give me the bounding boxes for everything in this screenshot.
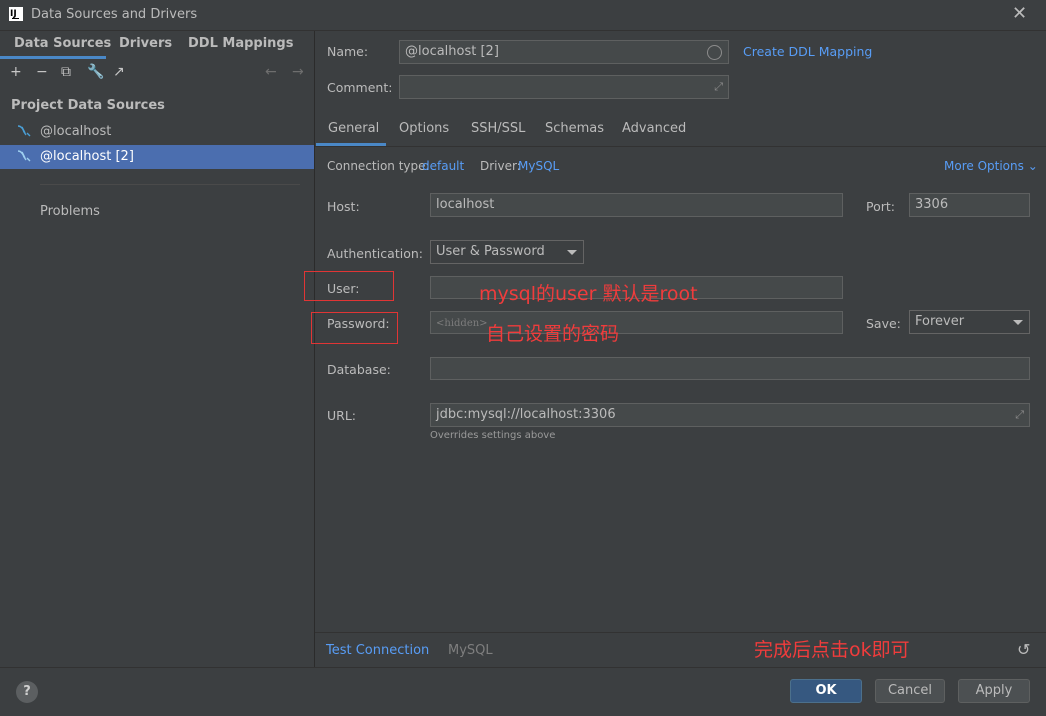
name-label: Name:: [327, 44, 369, 59]
connection-type-label: Connection type:: [327, 159, 430, 173]
driver-name-text: MySQL: [448, 643, 493, 658]
url-value: jdbc:mysql://localhost:3306: [436, 407, 616, 422]
copy-icon[interactable]: ⧉: [61, 64, 71, 80]
expand-icon[interactable]: ⤢: [714, 80, 723, 94]
intellij-app-icon: IJ: [9, 7, 23, 21]
create-ddl-mapping-link[interactable]: Create DDL Mapping: [743, 44, 872, 59]
data-source-item[interactable]: @localhost: [0, 120, 314, 144]
remove-icon[interactable]: −: [36, 64, 48, 80]
problems-item[interactable]: Problems: [40, 204, 100, 219]
mysql-dolphin-icon: [17, 125, 31, 137]
url-label: URL:: [327, 408, 357, 423]
chevron-down-icon: ⌄: [1027, 159, 1038, 173]
tab-ssh-ssl[interactable]: SSH/SSL: [471, 121, 525, 136]
tab-advanced[interactable]: Advanced: [622, 121, 686, 136]
tab-schemas[interactable]: Schemas: [545, 121, 604, 136]
tab-data-sources[interactable]: Data Sources: [14, 36, 111, 51]
window-title: Data Sources and Drivers: [31, 7, 198, 22]
close-icon[interactable]: ✕: [1012, 3, 1027, 24]
database-field[interactable]: [430, 357, 1030, 380]
more-options-label: More Options: [944, 159, 1024, 173]
tab-separator: [315, 146, 1046, 147]
back-arrow-icon[interactable]: ←: [265, 64, 277, 80]
authentication-dropdown[interactable]: User & Password: [430, 240, 584, 264]
help-icon[interactable]: ?: [16, 681, 38, 703]
divider: [315, 632, 1046, 633]
comment-field[interactable]: ⤢: [399, 75, 729, 99]
user-label: User:: [327, 281, 360, 296]
driver-label: Driver:: [480, 159, 521, 173]
annotation-footer-note: 完成后点击ok即可: [754, 639, 910, 661]
host-label: Host:: [327, 199, 360, 214]
annotation-password-note: 自己设置的密码: [486, 323, 620, 345]
comment-label: Comment:: [327, 80, 393, 95]
port-label: Port:: [866, 199, 895, 214]
authentication-label: Authentication:: [327, 246, 423, 261]
password-label: Password:: [327, 316, 390, 331]
color-circle-icon[interactable]: [707, 45, 722, 60]
divider: [40, 184, 300, 185]
tab-general[interactable]: General: [328, 121, 379, 136]
data-source-item-selected[interactable]: @localhost [2]: [0, 145, 314, 169]
url-hint: Overrides settings above: [430, 430, 556, 441]
tab-ddl-mappings[interactable]: DDL Mappings: [188, 36, 293, 51]
tab-options[interactable]: Options: [399, 121, 449, 136]
annotation-user-note: mysql的user 默认是root: [479, 283, 698, 305]
authentication-value: User & Password: [436, 244, 545, 259]
wrench-icon[interactable]: 🔧: [87, 64, 104, 80]
database-label: Database:: [327, 362, 391, 377]
driver-link[interactable]: MySQL: [518, 159, 559, 173]
host-field[interactable]: localhost: [430, 193, 843, 217]
expand-icon[interactable]: ⤢: [1015, 408, 1024, 422]
jump-to-icon[interactable]: ↗: [113, 64, 125, 80]
save-value: Forever: [915, 314, 965, 329]
mysql-dolphin-icon: [17, 150, 31, 162]
dropdown-arrow-icon: [1013, 320, 1023, 325]
project-data-sources-heading: Project Data Sources: [11, 98, 165, 113]
port-value: 3306: [915, 197, 949, 212]
ok-button[interactable]: OK: [790, 679, 862, 703]
test-connection-link[interactable]: Test Connection: [326, 643, 429, 658]
tab-drivers[interactable]: Drivers: [119, 36, 172, 51]
name-value: @localhost [2]: [405, 44, 499, 59]
data-source-label: @localhost: [40, 124, 112, 139]
active-tab-indicator: [0, 56, 106, 59]
name-field[interactable]: @localhost [2]: [399, 40, 729, 64]
more-options-link[interactable]: More Options ⌄: [944, 159, 1038, 173]
connection-type-link[interactable]: default: [422, 159, 464, 173]
data-source-label: @localhost [2]: [40, 149, 134, 164]
url-field[interactable]: jdbc:mysql://localhost:3306 ⤢: [430, 403, 1030, 427]
cancel-button[interactable]: Cancel: [875, 679, 945, 703]
save-dropdown[interactable]: Forever: [909, 310, 1030, 334]
revert-icon[interactable]: ↺: [1017, 640, 1030, 659]
add-icon[interactable]: +: [10, 64, 22, 80]
host-value: localhost: [436, 197, 495, 212]
port-field[interactable]: 3306: [909, 193, 1030, 217]
save-label: Save:: [866, 316, 901, 331]
forward-arrow-icon[interactable]: →: [292, 64, 304, 80]
apply-button[interactable]: Apply: [958, 679, 1030, 703]
password-placeholder: <hidden>: [436, 318, 488, 329]
dropdown-arrow-icon: [567, 250, 577, 255]
